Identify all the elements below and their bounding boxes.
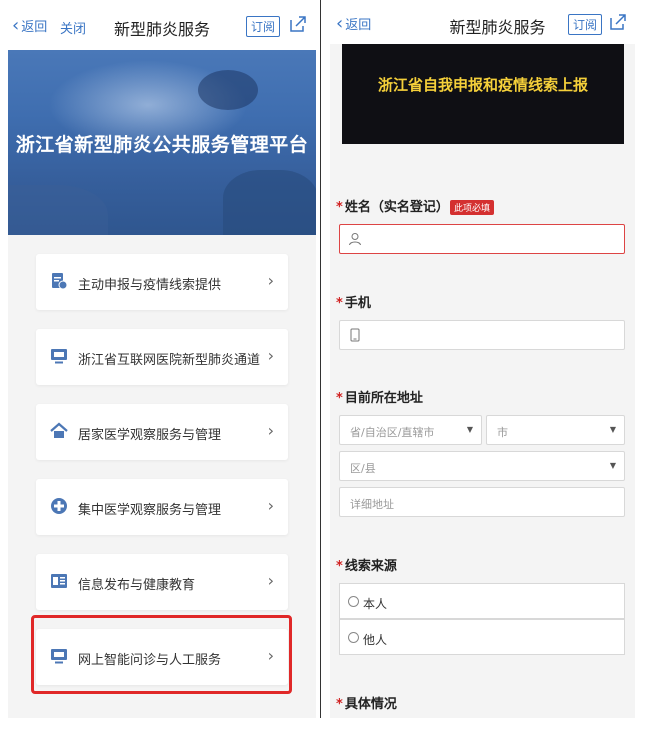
subscribe-button[interactable]: 订阅 <box>568 14 603 35</box>
menu-item-home-observation[interactable]: 居家医学观察服务与管理 › <box>36 404 288 460</box>
report-banner-title: 浙江省自我申报和疫情线索上报 <box>377 76 588 94</box>
monitor-ai-icon <box>51 349 67 364</box>
phone-input[interactable] <box>339 320 625 350</box>
dropdown-arrow-icon: ▼ <box>609 425 616 434</box>
required-star: * <box>336 697 343 712</box>
pane-divider <box>320 0 321 718</box>
phone-label: * 手机 <box>336 292 371 311</box>
district-placeholder: 区/县 <box>350 462 376 475</box>
menu-item-label: 信息发布与健康教育 <box>78 578 196 593</box>
banner-title: 浙江省新型肺炎公共服务管理平台 <box>15 134 309 156</box>
medical-cross-icon <box>51 498 67 514</box>
address-label: * 目前所在地址 <box>336 387 423 406</box>
menu-item-central-observation[interactable]: 集中医学观察服务与管理 › <box>36 479 288 535</box>
highlight-box <box>31 615 292 694</box>
province-placeholder: 省/自治区/直辖市 <box>350 426 435 439</box>
left-screen: ‹ 返回 关闭 新型肺炎服务 订阅 浙江省新型肺炎公共服务管理平台 主动申报与疫… <box>8 0 316 718</box>
right-screen: ‹ 返回 新型肺炎服务 订阅 浙江省自我申报和疫情线索上报 * 姓名（实名登记） … <box>330 0 635 718</box>
right-nav-bar: ‹ 返回 新型肺炎服务 订阅 <box>330 0 635 44</box>
chevron-right-icon: › <box>267 346 274 365</box>
phone-icon <box>350 328 360 342</box>
source-label: * 线索来源 <box>336 555 397 574</box>
source-option-self[interactable]: 本人 <box>339 583 625 619</box>
source-label-text: 线索来源 <box>344 559 397 574</box>
chevron-right-icon: › <box>267 571 274 590</box>
required-star: * <box>336 200 343 215</box>
required-star: * <box>336 559 343 574</box>
menu-item-label: 集中医学观察服务与管理 <box>78 503 222 518</box>
city-select[interactable]: 市 ▼ <box>486 415 625 445</box>
home-icon <box>50 422 68 438</box>
platform-banner: 浙江省新型肺炎公共服务管理平台 <box>8 50 316 235</box>
required-badge: 此项必填 <box>450 200 495 215</box>
chevron-right-icon: › <box>267 496 274 515</box>
report-banner: 浙江省自我申报和疫情线索上报 <box>342 44 624 144</box>
share-icon[interactable] <box>288 14 308 34</box>
address-label-text: 目前所在地址 <box>344 391 423 406</box>
screenshot-root: ‹ 返回 关闭 新型肺炎服务 订阅 浙江省新型肺炎公共服务管理平台 主动申报与疫… <box>0 0 645 729</box>
radio-label: 他人 <box>363 633 388 647</box>
menu-item-label: 浙江省互联网医院新型肺炎通道 <box>78 353 261 368</box>
chevron-right-icon: › <box>267 271 274 290</box>
source-option-other[interactable]: 他人 <box>339 619 625 655</box>
province-select[interactable]: 省/自治区/直辖市 ▼ <box>339 415 482 445</box>
person-icon <box>349 233 361 246</box>
detail-label: * 具体情况 <box>336 693 397 712</box>
banner-equipment <box>8 185 108 235</box>
menu-item-internet-hospital[interactable]: 浙江省互联网医院新型肺炎通道 › <box>36 329 288 385</box>
menu-item-info-release[interactable]: 信息发布与健康教育 › <box>36 554 288 610</box>
name-label: * 姓名（实名登记） <box>336 196 449 215</box>
district-select[interactable]: 区/县 ▼ <box>339 451 625 481</box>
detail-address-input[interactable]: 详细地址 <box>339 487 625 517</box>
left-nav-bar: ‹ 返回 关闭 新型肺炎服务 订阅 <box>8 0 316 50</box>
banner-figure-body <box>223 170 316 235</box>
city-placeholder: 市 <box>497 426 508 439</box>
menu-item-label: 主动申报与疫情线索提供 <box>78 278 222 293</box>
detail-label-text: 具体情况 <box>344 697 397 712</box>
report-doc-icon <box>52 273 68 290</box>
share-icon[interactable] <box>608 12 628 32</box>
chevron-right-icon: › <box>267 421 274 440</box>
menu-item-self-report[interactable]: 主动申报与疫情线索提供 › <box>36 254 288 310</box>
required-star: * <box>336 296 343 311</box>
radio-label: 本人 <box>363 597 388 611</box>
radio-circle-icon <box>348 596 359 607</box>
required-star: * <box>336 391 343 406</box>
subscribe-button[interactable]: 订阅 <box>246 16 281 37</box>
news-icon <box>51 574 67 588</box>
dropdown-arrow-icon: ▼ <box>466 425 473 434</box>
name-input[interactable] <box>339 224 625 254</box>
dropdown-arrow-icon: ▼ <box>609 461 616 470</box>
detail-placeholder: 详细地址 <box>350 498 394 511</box>
phone-label-text: 手机 <box>344 296 371 311</box>
menu-item-label: 居家医学观察服务与管理 <box>78 428 222 443</box>
banner-figure-head <box>198 70 258 110</box>
name-label-text: 姓名（实名登记） <box>344 200 449 215</box>
radio-circle-icon <box>348 632 359 643</box>
